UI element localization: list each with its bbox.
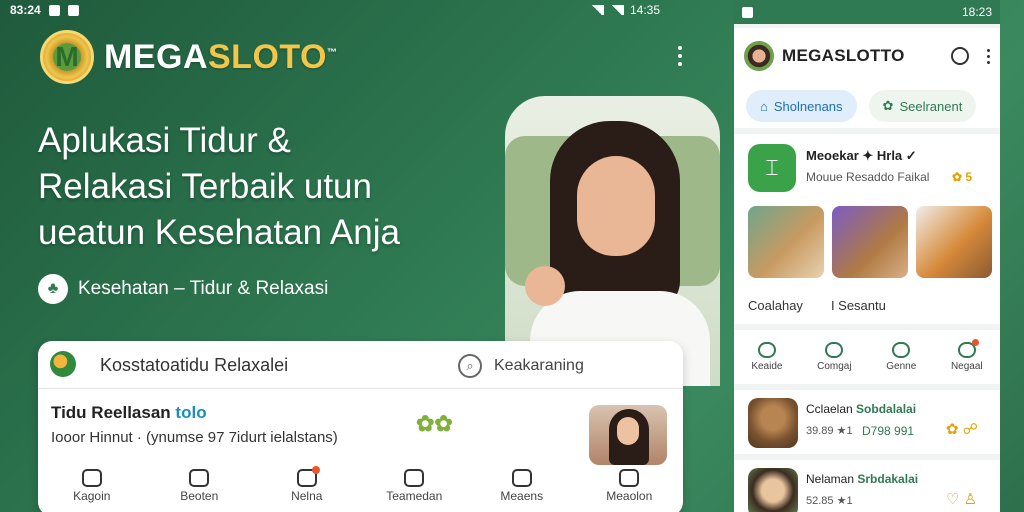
list-thumbnail bbox=[748, 398, 798, 448]
search-label[interactable]: Keakaraning bbox=[494, 357, 584, 375]
search-icon[interactable]: ⌕ bbox=[458, 354, 482, 378]
quick-action[interactable]: Comgaj bbox=[817, 342, 852, 372]
phone-preview: 18:23 MEGASLOTTO ⌂ Sholnenans ✿ Seelranent… bbox=[734, 0, 1000, 512]
notification-icon bbox=[48, 4, 60, 16]
phone-status-bar: 18:23 bbox=[734, 0, 1000, 24]
category-label[interactable]: I Sesantu bbox=[831, 298, 886, 313]
quick-action[interactable]: Negaal bbox=[951, 339, 983, 372]
wifi-icon bbox=[590, 5, 604, 15]
brand-header: M MEGASLOTO™ bbox=[40, 30, 338, 84]
tab-sholnenans[interactable]: ⌂ Sholnenans bbox=[746, 90, 857, 122]
flower-icon: ✿✿ bbox=[416, 411, 453, 436]
nav-item-inbox[interactable]: Nelna bbox=[257, 466, 357, 512]
item-title[interactable]: Tidu Reellasan tolo bbox=[51, 403, 207, 423]
app-rating: ✿ 5 bbox=[952, 170, 973, 184]
quick-actions: Keaide Comgaj Genne Negaal bbox=[734, 330, 1000, 384]
leaf-icon bbox=[50, 351, 76, 377]
screenshot-image[interactable] bbox=[832, 206, 908, 278]
home-icon bbox=[81, 469, 102, 487]
notification-icon bbox=[742, 6, 753, 18]
app-name: Meoekar ✦ Hrla ✓ bbox=[806, 148, 917, 163]
phone-app-card[interactable]: ⌶ Meoekar ✦ Hrla ✓ Mouue Resaddo Faikal … bbox=[734, 134, 1000, 324]
nav-item-home[interactable]: Kagoin bbox=[42, 469, 142, 512]
plus-icon bbox=[892, 342, 911, 358]
hero-subline: ♣ Kesehatan – Tidur & Relaxasi bbox=[38, 274, 328, 304]
search-icon[interactable] bbox=[951, 47, 969, 65]
heart-icon bbox=[757, 342, 776, 358]
tab-seelranent[interactable]: ✿ Seelranent bbox=[868, 90, 977, 122]
logo-icon: M bbox=[40, 30, 94, 84]
app-subtitle: Mouue Resaddo Faikal bbox=[806, 170, 930, 184]
item-thumbnail[interactable] bbox=[589, 405, 667, 465]
bed-icon: ⌶ bbox=[748, 144, 796, 192]
nav-item-profile[interactable]: Meaolon bbox=[579, 469, 679, 512]
inbox-icon bbox=[296, 466, 320, 487]
list-item[interactable]: Nelaman Srbdakalai 52.85 ★1 ♡ ♙ bbox=[734, 460, 1000, 512]
screenshot-image[interactable] bbox=[748, 206, 824, 278]
sound-icon bbox=[511, 469, 532, 487]
category-row: Coalahay I Sesantu bbox=[748, 298, 886, 313]
list-item[interactable]: Cclaelan Sobdalalai 39.89 ★1 D798 991 ✿ … bbox=[734, 390, 1000, 454]
status-bar-left: 83:24 bbox=[10, 3, 79, 17]
more-options-icon[interactable] bbox=[987, 48, 990, 64]
flower-icon[interactable]: ✿ ☍ bbox=[946, 420, 978, 438]
tab-icon: ✿ bbox=[882, 98, 894, 113]
screenshot-row bbox=[748, 206, 992, 278]
status-bar-right: 14:35 bbox=[590, 3, 660, 17]
card-title: Kosstatoatidu Relaxalei bbox=[100, 355, 289, 375]
battery-text: 14:35 bbox=[630, 3, 661, 17]
screenshot-image[interactable] bbox=[916, 206, 992, 278]
app-card: Kosstatoatidu Relaxalei ⌕ Keakaraning Ti… bbox=[38, 341, 683, 512]
list-thumbnail bbox=[748, 468, 798, 512]
avatar[interactable] bbox=[744, 41, 774, 71]
hero-headline: Aplukasi Tidur & Relakasi Terbaik utun u… bbox=[38, 121, 400, 252]
phone-tabs: ⌂ Sholnenans ✿ Seelranent bbox=[734, 84, 1000, 128]
chat-icon bbox=[825, 342, 844, 358]
quick-action[interactable]: Keaide bbox=[751, 342, 782, 372]
tab-icon: ⌂ bbox=[760, 98, 768, 114]
nav-item-calendar[interactable]: Beoten bbox=[149, 469, 249, 512]
nav-item-sounds[interactable]: Meaens bbox=[472, 469, 572, 512]
card-header: Kosstatoatidu Relaxalei ⌕ Keakaraning bbox=[38, 341, 683, 389]
bell-icon bbox=[957, 339, 979, 358]
bottom-nav: Kagoin Beoten Nelna Teamedan Meaens Meao… bbox=[38, 466, 683, 512]
quick-action[interactable]: Genne bbox=[886, 342, 916, 372]
category-label[interactable]: Coalahay bbox=[748, 298, 803, 313]
signal-icon bbox=[610, 5, 624, 15]
leaf-icon: ♣ bbox=[38, 274, 68, 304]
status-time: 83:24 bbox=[10, 3, 41, 17]
profile-icon bbox=[619, 469, 640, 487]
item-meta: Iooor Hinnut · (ynumse 97 7idurt ielalst… bbox=[51, 429, 338, 446]
brand-name: MEGASLOTO™ bbox=[104, 37, 338, 76]
notification-icon bbox=[67, 4, 79, 16]
phone-brand: MEGASLOTTO bbox=[782, 46, 905, 65]
phone-header: MEGASLOTTO bbox=[734, 28, 1000, 84]
more-options-icon[interactable] bbox=[678, 46, 682, 66]
calendar-icon bbox=[189, 469, 210, 487]
heart-icon bbox=[404, 469, 425, 487]
profile-icon[interactable]: ♡ ♙ bbox=[946, 490, 977, 508]
nav-item-favorites[interactable]: Teamedan bbox=[364, 469, 464, 512]
